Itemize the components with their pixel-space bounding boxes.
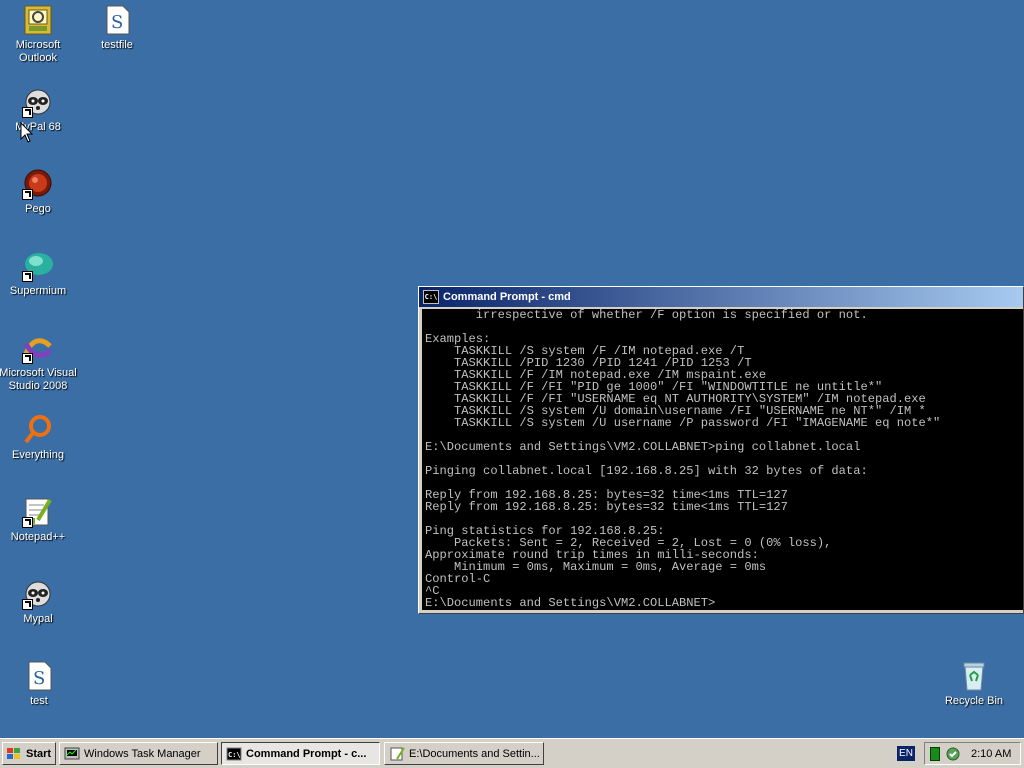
shortcut-arrow-icon <box>22 353 33 364</box>
notepadpp-icon <box>22 496 54 528</box>
taskbar-button-notepad[interactable]: E:\Documents and Settin... <box>384 742 544 765</box>
shortcut-arrow-icon <box>22 107 33 118</box>
clock[interactable]: 2:10 AM <box>971 748 1011 760</box>
shortcut-arrow-icon <box>22 517 33 528</box>
task-manager-icon <box>64 747 80 761</box>
script-file-icon: S <box>101 4 133 36</box>
cmd-icon: C:\ <box>226 747 242 761</box>
outlook-icon <box>22 4 54 36</box>
taskbar-button-label: E:\Documents and Settin... <box>409 747 540 760</box>
desktop-icon-recycle-bin[interactable]: Recycle Bin <box>934 660 1014 708</box>
recycle-bin-icon <box>958 660 990 692</box>
script-file-icon: S <box>23 660 55 692</box>
command-prompt-window[interactable]: C:\ Command Prompt - cmd irrespective of… <box>418 286 1024 614</box>
window-title: Command Prompt - cmd <box>443 291 571 303</box>
desktop-icon-outlook[interactable]: Microsoft Outlook <box>0 4 78 65</box>
visual-studio-icon <box>22 332 54 364</box>
pego-icon <box>22 168 54 200</box>
console-line: TASKKILL /S system /U username /P passwo… <box>425 416 941 430</box>
console-line: E:\Documents and Settings\VM2.COLLABNET> <box>425 596 716 610</box>
desktop-icon-label: Pego <box>25 203 51 215</box>
console-line: E:\Documents and Settings\VM2.COLLABNET>… <box>425 440 861 454</box>
windows-logo-icon <box>6 747 22 761</box>
desktop-icon-visual-studio[interactable]: Microsoft Visual Studio 2008 <box>0 332 78 393</box>
notepadpp-icon <box>389 746 405 761</box>
tray-app-icon[interactable] <box>945 746 961 765</box>
desktop-icon-mypal68[interactable]: MyPal 68 <box>0 86 78 134</box>
desktop-icon-label: Supermium <box>9 285 67 297</box>
cmd-icon: C:\ <box>423 290 439 304</box>
console-output[interactable]: irrespective of whether /F option is spe… <box>422 309 1023 610</box>
console-line: Control-C <box>425 572 491 586</box>
desktop-icon-label: test <box>30 695 48 707</box>
desktop-icon-everything[interactable]: Everything <box>0 414 78 462</box>
raccoon-icon <box>22 86 54 118</box>
desktop-icon-label: Everything <box>12 449 64 461</box>
network-icon[interactable] <box>930 747 940 761</box>
shortcut-arrow-icon <box>22 271 33 282</box>
shortcut-arrow-icon <box>22 599 33 610</box>
desktop-icon-label: Recycle Bin <box>944 695 1004 707</box>
desktop-icon-label: Notepad++ <box>10 531 66 543</box>
desktop-icon-label: Mypal <box>23 613 53 625</box>
desktop-icon-pego[interactable]: Pego <box>0 168 78 216</box>
desktop-icon-testfile[interactable]: S testfile <box>77 4 157 52</box>
desktop-icon-label: Microsoft Visual Studio 2008 <box>0 367 77 392</box>
taskbar-button-command-prompt[interactable]: C:\ Command Prompt - c... <box>221 742 380 765</box>
desktop-icon-test[interactable]: S test <box>0 660 79 708</box>
desktop-icon-supermium[interactable]: Supermium <box>0 250 78 298</box>
language-indicator[interactable]: EN <box>897 746 915 761</box>
desktop-icon-notepadpp[interactable]: Notepad++ <box>0 496 78 544</box>
console-line: irrespective of whether /F option is spe… <box>425 309 868 322</box>
window-titlebar[interactable]: C:\ Command Prompt - cmd <box>419 287 1023 307</box>
console-line: Pinging collabnet.local [192.168.8.25] w… <box>425 464 868 478</box>
taskbar-button-label: Windows Task Manager <box>84 747 201 760</box>
svg-text:S: S <box>33 668 45 689</box>
svg-text:S: S <box>111 12 123 33</box>
taskbar-button-label: Command Prompt - c... <box>246 747 367 760</box>
taskbar: Start Windows Task Manager C:\ Command P… <box>0 738 1024 768</box>
supermium-icon <box>22 250 54 282</box>
mouse-cursor-icon <box>20 122 34 143</box>
taskbar-button-task-manager[interactable]: Windows Task Manager <box>59 742 218 765</box>
system-tray: 2:10 AM <box>924 742 1021 765</box>
svg-text:C:\: C:\ <box>228 751 241 759</box>
desktop-icon-label: MyPal 68 <box>15 121 61 133</box>
shortcut-arrow-icon <box>22 189 33 200</box>
desktop-icon-label: testfile <box>101 39 133 51</box>
start-button[interactable]: Start <box>2 742 56 765</box>
desktop-icon-mypal[interactable]: Mypal <box>0 578 78 626</box>
console-line: Minimum = 0ms, Maximum = 0ms, Average = … <box>425 560 767 574</box>
desktop-icon-label: Microsoft Outlook <box>15 39 61 64</box>
language-label: EN <box>899 748 913 759</box>
everything-icon <box>22 414 54 446</box>
raccoon-icon <box>22 578 54 610</box>
console-line: Reply from 192.168.8.25: bytes=32 time<1… <box>425 500 788 514</box>
start-label: Start <box>26 747 52 760</box>
